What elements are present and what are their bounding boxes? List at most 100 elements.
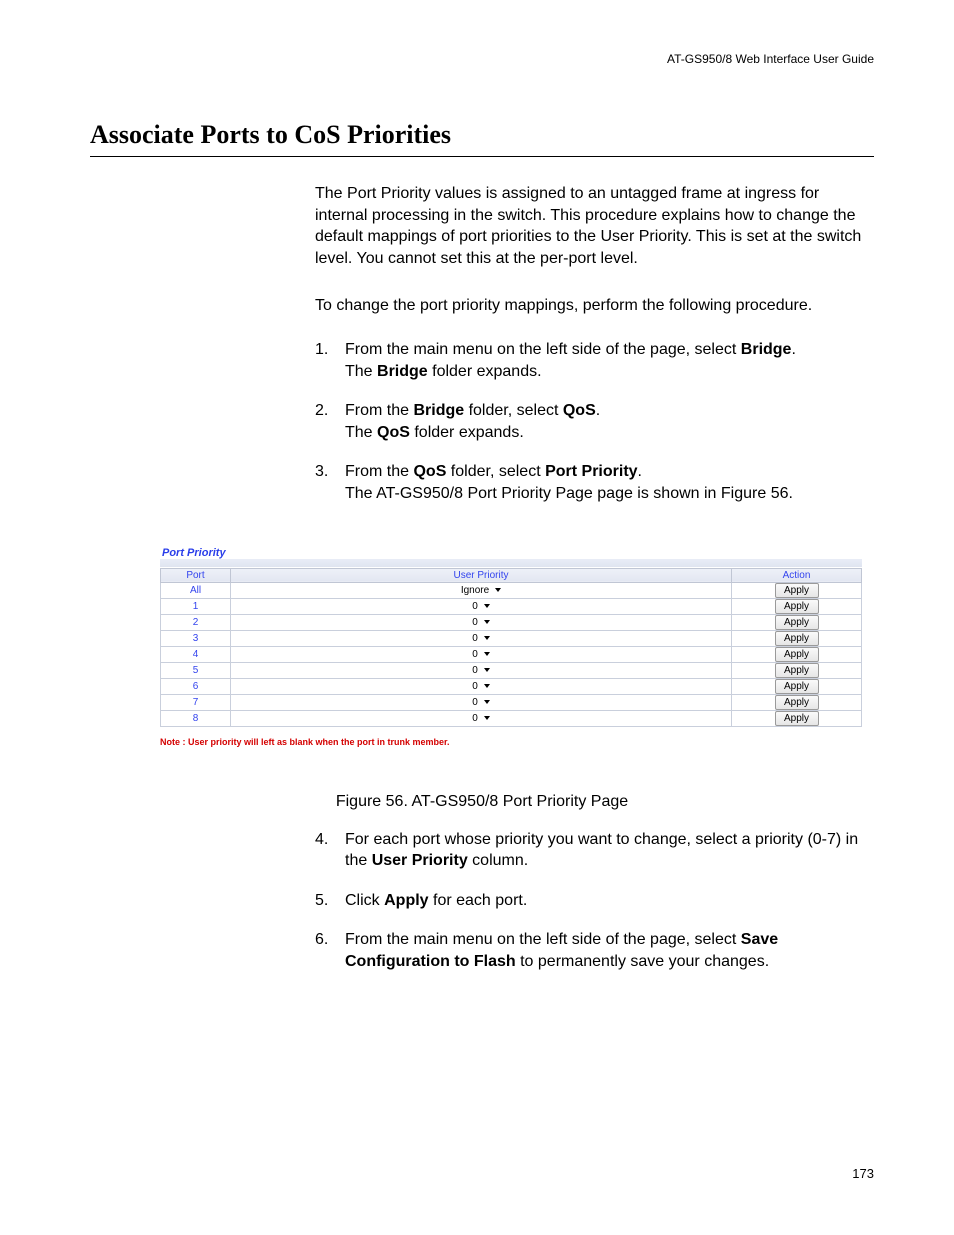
table-row: 7 0 Apply: [161, 694, 862, 710]
step-text: From the: [345, 463, 413, 480]
chevron-down-icon: [484, 604, 490, 608]
action-cell: Apply: [732, 614, 862, 630]
step-text: From the: [345, 402, 413, 419]
step-text: From the main menu on the left side of t…: [345, 931, 741, 948]
step-text: for each port.: [429, 892, 528, 909]
port-cell: 2: [161, 614, 231, 630]
apply-button[interactable]: Apply: [775, 599, 819, 614]
step-bold: QoS: [413, 463, 446, 480]
apply-button[interactable]: Apply: [775, 631, 819, 646]
table-row: 2 0 Apply: [161, 614, 862, 630]
user-priority-cell: 0: [231, 662, 732, 678]
table-row: 1 0 Apply: [161, 598, 862, 614]
step-bold: Bridge: [413, 402, 464, 419]
table-row: 30Apply: [161, 630, 862, 646]
step-bold: QoS: [377, 424, 410, 441]
port-cell: 5: [161, 662, 231, 678]
priority-dropdown[interactable]: Ignore: [461, 585, 501, 596]
step-text: folder expands.: [428, 363, 542, 380]
table-row: AllIgnoreApply: [161, 582, 862, 598]
step-bold: Port Priority: [545, 463, 637, 480]
step-text: .: [791, 341, 795, 358]
action-cell: Apply: [732, 694, 862, 710]
priority-value: 0: [472, 633, 478, 644]
chevron-down-icon: [484, 716, 490, 720]
user-priority-cell: 0: [231, 630, 732, 646]
step-6: From the main menu on the left side of t…: [315, 929, 874, 972]
section-title: Associate Ports to CoS Priorities: [90, 120, 874, 157]
step-4: For each port whose priority you want to…: [315, 829, 874, 872]
port-cell: 8: [161, 710, 231, 726]
document-page: AT-GS950/8 Web Interface User Guide Asso…: [0, 0, 954, 1235]
step-text: The: [345, 424, 377, 441]
step-5: Click Apply for each port.: [315, 890, 874, 912]
step-text: folder expands.: [410, 424, 524, 441]
priority-dropdown[interactable]: 0: [472, 633, 490, 644]
priority-value: 0: [472, 617, 478, 628]
step-text: column.: [468, 852, 528, 869]
priority-dropdown[interactable]: 0: [472, 681, 490, 692]
priority-value: 0: [472, 601, 478, 612]
table-row: 40Apply: [161, 646, 862, 662]
table-header-row: Port User Priority Action: [161, 568, 862, 582]
user-priority-cell: 0: [231, 646, 732, 662]
col-header-port: Port: [161, 568, 231, 582]
chevron-down-icon: [495, 588, 501, 592]
priority-value: 0: [472, 681, 478, 692]
step-text: to permanently save your changes.: [516, 953, 769, 970]
apply-button[interactable]: Apply: [775, 711, 819, 726]
step-text: .: [596, 402, 600, 419]
step-text: From the main menu on the left side of t…: [345, 341, 741, 358]
chevron-down-icon: [484, 684, 490, 688]
panel-gradient: [160, 559, 862, 567]
step-bold: Bridge: [741, 341, 792, 358]
apply-button[interactable]: Apply: [775, 679, 819, 694]
action-cell: Apply: [732, 598, 862, 614]
step-text: .: [638, 463, 642, 480]
body-column: The Port Priority values is assigned to …: [315, 183, 874, 505]
apply-button[interactable]: Apply: [775, 615, 819, 630]
priority-dropdown[interactable]: 0: [472, 665, 490, 676]
priority-value: 0: [472, 713, 478, 724]
figure-caption: Figure 56. AT-GS950/8 Port Priority Page: [90, 793, 874, 811]
user-priority-cell: 0: [231, 694, 732, 710]
body-column-continued: For each port whose priority you want to…: [315, 829, 874, 973]
chevron-down-icon: [484, 652, 490, 656]
priority-value: 0: [472, 665, 478, 676]
apply-button[interactable]: Apply: [775, 663, 819, 678]
step-3: From the QoS folder, select Port Priorit…: [315, 461, 874, 504]
chevron-down-icon: [484, 668, 490, 672]
panel-title: Port Priority: [160, 545, 862, 559]
priority-dropdown[interactable]: 0: [472, 713, 490, 724]
priority-dropdown[interactable]: 0: [472, 649, 490, 660]
user-priority-cell: 0: [231, 710, 732, 726]
action-cell: Apply: [732, 646, 862, 662]
step-text: folder, select: [446, 463, 545, 480]
apply-button[interactable]: Apply: [775, 647, 819, 662]
step-text: The: [345, 363, 377, 380]
action-cell: Apply: [732, 630, 862, 646]
port-priority-table: Port User Priority Action AllIgnoreApply…: [160, 568, 862, 727]
priority-dropdown[interactable]: 0: [472, 697, 490, 708]
action-cell: Apply: [732, 582, 862, 598]
page-number: 173: [852, 1166, 874, 1181]
priority-dropdown[interactable]: 0: [472, 617, 490, 628]
priority-value: Ignore: [461, 585, 489, 596]
table-row: 6 0 Apply: [161, 678, 862, 694]
priority-dropdown[interactable]: 0: [472, 601, 490, 612]
step-1: From the main menu on the left side of t…: [315, 339, 874, 382]
priority-value: 0: [472, 649, 478, 660]
step-bold: QoS: [563, 402, 596, 419]
apply-button[interactable]: Apply: [775, 583, 819, 598]
apply-button[interactable]: Apply: [775, 695, 819, 710]
step-text: folder, select: [464, 402, 563, 419]
port-cell: 7: [161, 694, 231, 710]
step-2: From the Bridge folder, select QoS. The …: [315, 400, 874, 443]
port-cell: 6: [161, 678, 231, 694]
intro-paragraph-2: To change the port priority mappings, pe…: [315, 295, 874, 317]
table-row: 8 0 Apply: [161, 710, 862, 726]
col-header-action: Action: [732, 568, 862, 582]
step-bold: User Priority: [372, 852, 468, 869]
port-cell: 1: [161, 598, 231, 614]
action-cell: Apply: [732, 710, 862, 726]
